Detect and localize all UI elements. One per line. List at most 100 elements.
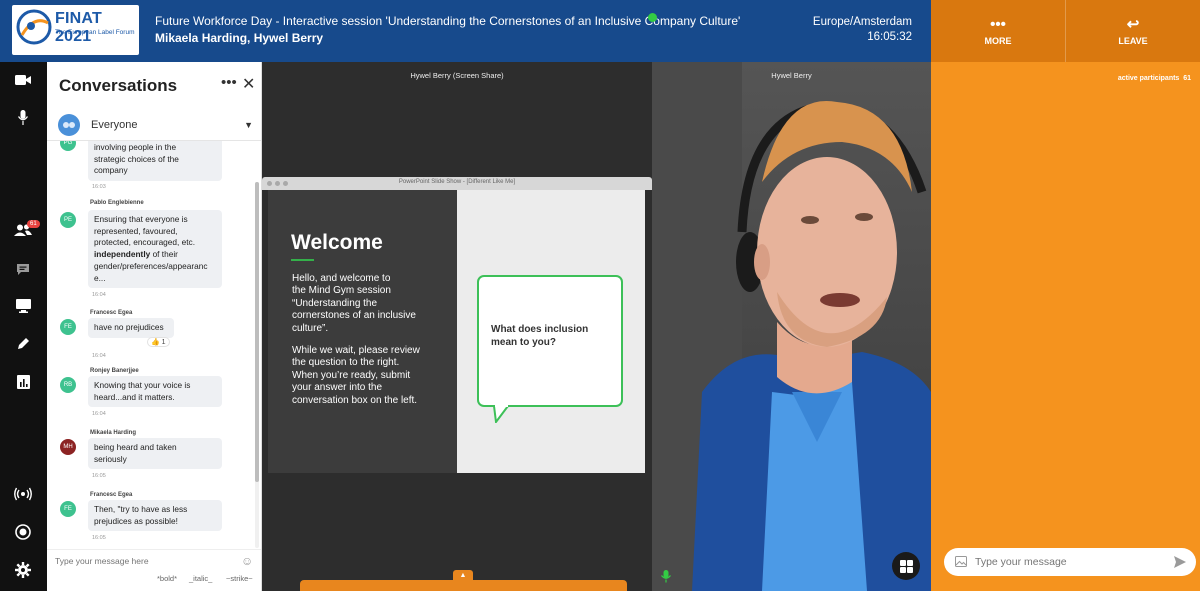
grid-icon bbox=[899, 559, 913, 573]
message-line: independently of their bbox=[94, 249, 216, 261]
broadcast-icon[interactable] bbox=[13, 484, 33, 504]
everyone-avatar-icon bbox=[58, 114, 80, 136]
avatar: PE bbox=[60, 212, 76, 228]
session-speakers: Mikaela Harding, Hywel Berry bbox=[155, 31, 324, 45]
message-line: Knowing that your voice is bbox=[94, 380, 191, 390]
finat-emblem-icon bbox=[16, 9, 52, 45]
video-camera-icon[interactable] bbox=[13, 70, 33, 90]
message-line: strategic choices of the bbox=[94, 153, 179, 164]
side-message-box[interactable] bbox=[944, 548, 1196, 576]
message-time: 16:04 bbox=[92, 292, 106, 298]
bold-word: independently bbox=[94, 249, 151, 260]
slide-wait-text: While we wait, please review the questio… bbox=[292, 345, 444, 407]
more-label: MORE bbox=[984, 35, 1012, 46]
message-bubble: being heard and taken seriously bbox=[88, 438, 222, 470]
slide-right-panel: What does inclusion mean to you? bbox=[457, 190, 645, 473]
chat-icon[interactable] bbox=[13, 259, 33, 279]
screen-share-icon[interactable] bbox=[13, 296, 33, 316]
slide-line: cornerstones of an inclusive bbox=[292, 310, 416, 322]
avatar: RB bbox=[60, 377, 76, 393]
slide-line: “Understanding the bbox=[292, 297, 378, 309]
message-author: Pablo Englebienne bbox=[90, 200, 144, 206]
speech-tail-icon bbox=[493, 405, 509, 423]
chart-icon[interactable] bbox=[13, 372, 33, 392]
message-line: seriously bbox=[94, 453, 127, 464]
audience-label: Everyone bbox=[91, 119, 138, 131]
close-icon[interactable]: ✕ bbox=[242, 74, 255, 94]
message-time: 16:04 bbox=[92, 411, 106, 417]
participant-video-icon bbox=[652, 62, 931, 591]
slide-line: the Mind Gym session bbox=[292, 285, 391, 297]
message-time: 16:05 bbox=[92, 473, 106, 479]
slide-line: conversation box on the left. bbox=[292, 394, 418, 406]
screen-share-label: Hywel Berry (Screen Share) bbox=[410, 71, 504, 80]
message-line: gender/preferences/appearanc bbox=[94, 260, 208, 271]
question-text: What does inclusion mean to you? bbox=[491, 323, 611, 349]
leave-button[interactable]: ↩ LEAVE bbox=[1065, 0, 1200, 62]
slide-heading-rule bbox=[291, 259, 314, 261]
leave-label: LEAVE bbox=[1118, 35, 1148, 46]
pen-icon[interactable] bbox=[13, 334, 33, 354]
format-bold-hint: *bold* bbox=[157, 574, 178, 583]
more-options-icon[interactable]: ••• bbox=[221, 74, 237, 91]
top-bar: FINAT 2021 The European Label Forum Futu… bbox=[0, 0, 931, 62]
message-time: 16:03 bbox=[92, 184, 106, 190]
format-italic-hint: _italic_ bbox=[189, 574, 213, 583]
slide-line: Hello, and welcome to bbox=[292, 273, 391, 284]
conversations-title: Conversations bbox=[59, 76, 178, 95]
message-line: represented, favoured, bbox=[94, 225, 178, 236]
more-button[interactable]: ••• MORE bbox=[931, 0, 1065, 62]
image-upload-icon[interactable] bbox=[955, 556, 967, 567]
finat-logo: FINAT 2021 The European Label Forum bbox=[12, 5, 139, 55]
logo-subtitle: The European Label Forum bbox=[55, 29, 135, 36]
slide-line: the question to the right. bbox=[292, 357, 400, 369]
message-time: 16:05 bbox=[92, 535, 106, 541]
scrollbar-thumb[interactable] bbox=[255, 182, 259, 482]
audience-selector[interactable]: Everyone ▼ bbox=[58, 113, 253, 137]
message-list[interactable]: PG involving people in the strategic cho… bbox=[47, 141, 261, 549]
message-bubble: Knowing that your voice is heard...and i… bbox=[88, 376, 222, 408]
slide-left-panel: Welcome Hello, and welcome to the Mind G… bbox=[268, 190, 457, 473]
live-indicator bbox=[648, 13, 657, 22]
timezone-label: Europe/Amsterdam bbox=[812, 16, 912, 28]
avatar: PG bbox=[60, 141, 76, 151]
gear-icon[interactable] bbox=[13, 560, 33, 580]
message-line: e... bbox=[94, 272, 106, 283]
logo-title: FINAT 2021 bbox=[55, 10, 102, 45]
message-line: protected, encouraged, etc. bbox=[94, 237, 196, 248]
message-line: Ensuring that everyone is bbox=[94, 214, 188, 224]
message-input[interactable] bbox=[53, 553, 233, 569]
divider bbox=[47, 549, 261, 550]
message-line-rest: of their bbox=[152, 249, 178, 260]
side-message-input[interactable] bbox=[973, 554, 1163, 570]
slide-heading: Welcome bbox=[291, 231, 383, 254]
message-line: heard...and it matters. bbox=[94, 391, 175, 402]
message-line: involving people in the bbox=[94, 142, 177, 152]
avatar: FE bbox=[60, 319, 76, 335]
powerpoint-titlebar: PowerPoint Slide Show - [Different Like … bbox=[262, 177, 652, 190]
record-icon[interactable] bbox=[13, 522, 33, 542]
message-author: Francesc Egea bbox=[90, 492, 133, 498]
send-icon[interactable] bbox=[1173, 555, 1187, 569]
more-dots-icon: ••• bbox=[990, 15, 1006, 33]
camera-tile[interactable]: Hywel Berry bbox=[652, 62, 931, 591]
chevron-down-icon: ▼ bbox=[244, 120, 253, 130]
slide-line: culture”. bbox=[292, 322, 329, 334]
leave-arrow-icon: ↩ bbox=[1126, 15, 1140, 33]
layout-grid-button[interactable] bbox=[892, 552, 920, 580]
expand-up-icon[interactable]: ▲ bbox=[453, 570, 473, 582]
avatar: MH bbox=[60, 439, 76, 455]
participants-badge: 61 bbox=[27, 220, 40, 228]
microphone-active-icon bbox=[659, 569, 673, 583]
message-author: Mikaela Harding bbox=[90, 430, 137, 436]
message-time: 16:04 bbox=[92, 353, 106, 359]
powerpoint-window: PowerPoint Slide Show - [Different Like … bbox=[262, 177, 652, 473]
top-actions: ••• MORE ↩ LEAVE bbox=[931, 0, 1200, 62]
message-bubble: Then, "try to have as less prejudices as… bbox=[88, 500, 222, 532]
format-strike-hint: ~strike~ bbox=[226, 574, 253, 583]
reaction-badge[interactable]: 👍 1 bbox=[147, 337, 170, 347]
microphone-icon[interactable] bbox=[13, 107, 33, 127]
slide-line: your answer into the bbox=[292, 382, 383, 394]
emoji-icon[interactable]: ☺ bbox=[241, 554, 253, 568]
question-speech-bubble: What does inclusion mean to you? bbox=[477, 275, 623, 407]
